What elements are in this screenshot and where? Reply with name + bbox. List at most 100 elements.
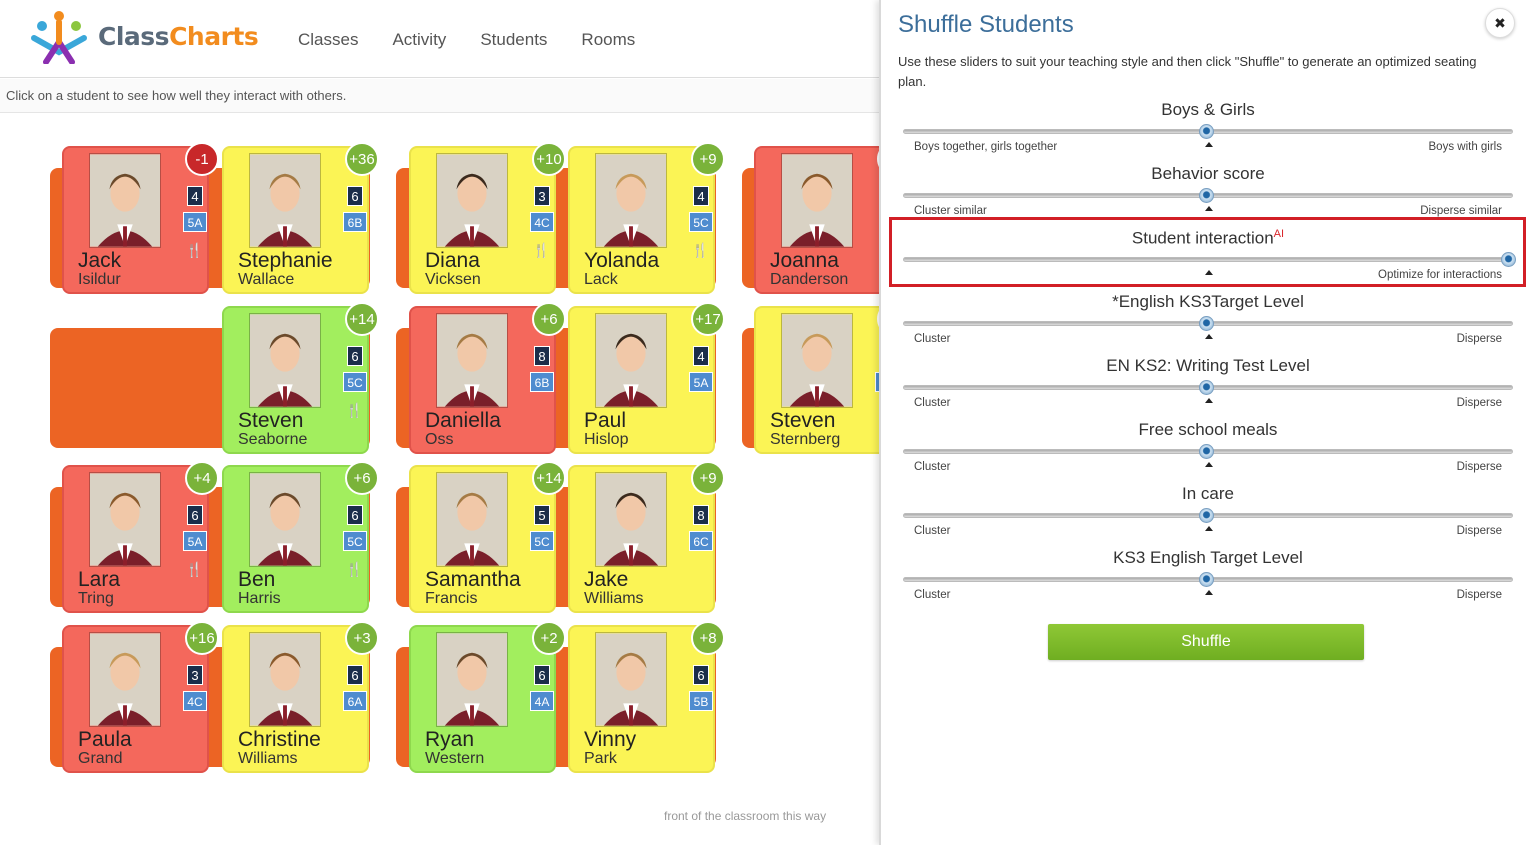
level-badge: 4: [187, 186, 203, 206]
center-marker-icon: [1205, 590, 1213, 595]
student-card[interactable]: Lara Tring +4 6 5A 🍴: [62, 461, 219, 613]
close-icon[interactable]: ✖: [1485, 8, 1515, 38]
student-last-name: Hislop: [584, 431, 629, 448]
student-first-name: Joanna: [770, 249, 839, 272]
slider-title: EN KS2: Writing Test Level: [903, 356, 1513, 376]
student-first-name: Samantha: [425, 568, 521, 591]
student-last-name: Western: [425, 750, 485, 767]
slider-thumb[interactable]: [1199, 124, 1214, 139]
center-marker-icon: [1205, 462, 1213, 467]
interaction-score-badge: -1: [185, 142, 219, 176]
slider-left-label: Cluster: [914, 333, 951, 345]
student-first-name: Yolanda: [584, 249, 660, 272]
front-of-classroom-label: front of the classroom this way: [664, 809, 827, 823]
slider-right-label: Disperse: [1456, 589, 1502, 601]
interaction-score-badge: +9: [691, 461, 725, 495]
slider-title-text: Boys & Girls: [1161, 100, 1255, 119]
slider-block: EN KS2: Writing Test Level Cluster Dispers…: [903, 356, 1513, 420]
student-first-name: Diana: [425, 249, 480, 272]
slider-thumb[interactable]: [1199, 188, 1214, 203]
interaction-score-badge: +10: [532, 142, 566, 176]
student-card[interactable]: Diana Vicksen +10 3 4C 🍴: [409, 142, 566, 294]
student-card[interactable]: Ryan Western +2 6 4A: [409, 621, 566, 773]
slider-block: In care Cluster Disperse: [903, 484, 1513, 548]
student-card[interactable]: Christine Williams +3 6 6A: [222, 621, 379, 773]
slider-title: *English KS3Target Level: [903, 292, 1513, 312]
logo-text-part1: Class: [98, 21, 170, 51]
interaction-score-badge: +8: [691, 621, 725, 655]
student-last-name: Williams: [584, 590, 644, 607]
slider-thumb[interactable]: [1199, 444, 1214, 459]
student-card[interactable]: JoannaDanderson+6: [754, 142, 880, 294]
slider-title: Free school meals: [903, 420, 1513, 440]
slider-right-label: Boys with girls: [1428, 141, 1503, 153]
group-badge: 5C: [343, 372, 367, 392]
student-last-name: Francis: [425, 590, 478, 607]
student-card[interactable]: Steven Seaborne +14 6 5C 🍴: [222, 302, 379, 454]
shuffle-button[interactable]: Shuffle: [1048, 624, 1364, 660]
center-marker-icon: [1205, 206, 1213, 211]
nav-rooms[interactable]: Rooms: [581, 30, 635, 50]
main-nav: Classes Activity Students Rooms: [298, 30, 635, 50]
slider-thumb[interactable]: [1199, 572, 1214, 587]
slider-block: *English KS3Target Level Cluster Disperse: [903, 292, 1513, 356]
student-first-name: Paula: [78, 728, 132, 751]
student-first-name: Vinny: [584, 728, 637, 751]
interaction-score-badge: +17: [691, 302, 725, 336]
interaction-score-badge: +4: [185, 461, 219, 495]
slider-left-label: Cluster: [914, 589, 951, 601]
student-photo: [436, 313, 508, 408]
slider-thumb[interactable]: [1199, 316, 1214, 331]
slider-right-label: Disperse: [1456, 333, 1502, 345]
nav-classes[interactable]: Classes: [298, 30, 358, 50]
nav-activity[interactable]: Activity: [392, 30, 446, 50]
group-badge: 5C: [689, 212, 713, 232]
student-photo: [595, 313, 667, 408]
student-first-name: Christine: [238, 728, 321, 751]
level-badge: 8: [693, 505, 709, 525]
slider-title: In care: [903, 484, 1513, 504]
student-last-name: Seaborne: [238, 431, 308, 448]
interaction-score-badge: +14: [532, 461, 566, 495]
slider-title-text: Behavior score: [1151, 164, 1265, 183]
slider-title-text: KS3 English Target Level: [1113, 548, 1303, 567]
student-card[interactable]: StevenSternberg+5🍴: [754, 302, 880, 454]
level-badge: 6: [347, 665, 363, 685]
slider-left-label: Cluster: [914, 397, 951, 409]
classcharts-logo[interactable]: ClassCharts: [26, 8, 259, 65]
student-photo: [89, 153, 161, 248]
center-marker-icon: [1205, 334, 1213, 339]
slider-thumb[interactable]: [1199, 508, 1214, 523]
interaction-score-badge: +9: [691, 142, 725, 176]
group-badge: 5A: [689, 372, 713, 392]
nav-students[interactable]: Students: [480, 30, 547, 50]
level-badge: 6: [347, 505, 363, 525]
logo-text-part2: Charts: [169, 21, 259, 51]
student-card[interactable]: Samantha Francis +14 5 5C: [409, 461, 566, 613]
slider-title-text: In care: [1182, 484, 1234, 503]
student-card[interactable]: Vinny Park +8 6 5B: [568, 621, 725, 773]
student-last-name: Tring: [78, 590, 114, 607]
student-first-name: Stephanie: [238, 249, 333, 272]
slider-block: KS3 English Target Level Cluster Disperse: [903, 548, 1513, 612]
student-card[interactable]: Paula Grand +16 3 4C: [62, 621, 219, 773]
group-badge: 5A: [183, 531, 207, 551]
student-card[interactable]: Paul Hislop +17 4 5A: [568, 302, 725, 454]
student-card[interactable]: Jake Williams +9 8 6C: [568, 461, 725, 613]
student-first-name: Steven: [238, 409, 304, 432]
student-card[interactable]: Ben Harris +6 6 5C 🍴: [222, 461, 379, 613]
group-badge: 6C: [689, 531, 713, 551]
slider-thumb[interactable]: [1199, 380, 1214, 395]
student-first-name: Ryan: [425, 728, 475, 751]
slider-block: Boys & Girls Boys together, girls togethe…: [903, 100, 1513, 164]
student-card[interactable]: Stephanie Wallace +36 6 6B: [222, 142, 379, 294]
group-badge: 5C: [343, 531, 367, 551]
student-card[interactable]: Yolanda Lack +9 4 5C 🍴: [568, 142, 725, 294]
student-card[interactable]: Daniella Oss +6 8 6B: [409, 302, 566, 454]
shuffle-panel: Shuffle Students ✖ Use these sliders to …: [879, 0, 1531, 845]
center-marker-icon: [1205, 142, 1213, 147]
hint-text: Click on a student to see how well they …: [6, 88, 347, 103]
student-last-name: Williams: [238, 750, 298, 767]
interaction-score-badge: +3: [345, 621, 379, 655]
student-card[interactable]: Jack Isildur -1 4 5A 🍴: [62, 142, 219, 294]
